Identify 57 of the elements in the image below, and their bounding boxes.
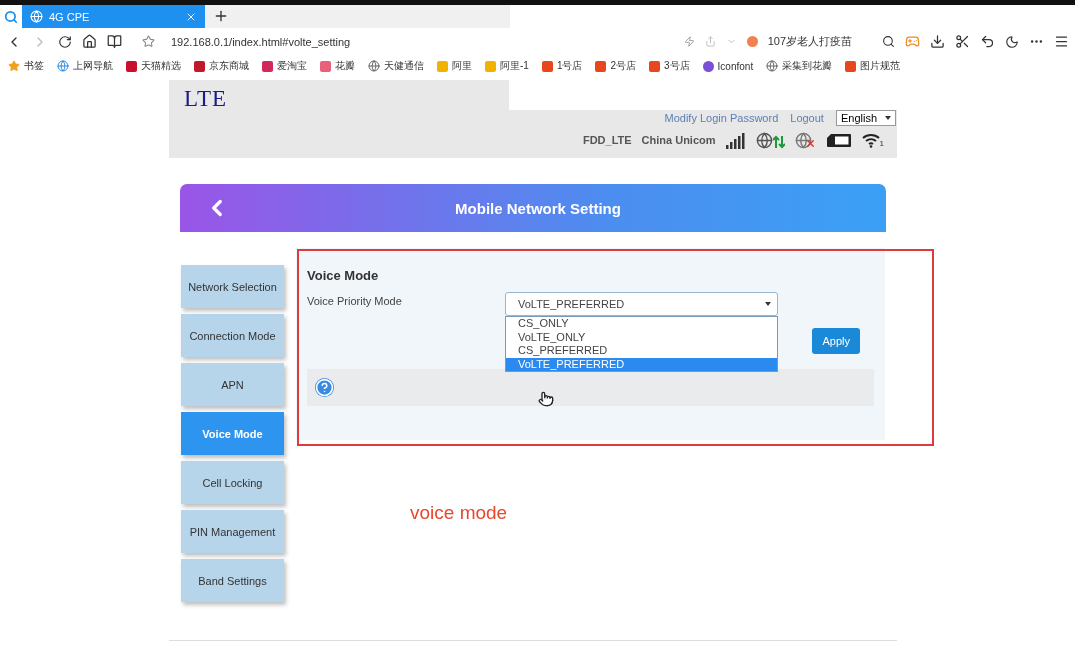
globe-error-icon bbox=[794, 131, 816, 149]
section-title: Voice Mode bbox=[307, 268, 380, 283]
new-tab-icon[interactable] bbox=[213, 8, 229, 24]
globe-icon bbox=[766, 60, 779, 72]
sidebar-item[interactable]: Cell Locking bbox=[181, 461, 284, 504]
sidebar-item[interactable]: Band Settings bbox=[181, 559, 284, 602]
address-field[interactable]: 192.168.0.1/index.html#volte_setting bbox=[171, 35, 351, 48]
news-link[interactable]: 107岁老人打疫苗 bbox=[767, 34, 852, 49]
bookmark-link[interactable]: 阿里 bbox=[452, 59, 472, 73]
bookmark-link[interactable]: 采集到花瓣 bbox=[782, 59, 833, 73]
home-icon[interactable] bbox=[82, 34, 97, 49]
moon-icon[interactable] bbox=[1005, 34, 1019, 49]
bookmark-link[interactable]: 图片规范 bbox=[860, 59, 901, 73]
operator-name: China Unicom bbox=[641, 134, 716, 146]
annotation-text: voice mode bbox=[410, 502, 508, 524]
network-type: FDD_LTE bbox=[582, 134, 632, 146]
sidebar-item[interactable]: PIN Management bbox=[181, 510, 284, 553]
page-icon bbox=[30, 10, 43, 23]
sidebar-item[interactable]: Connection Mode bbox=[181, 314, 284, 357]
bookmark-link[interactable]: 2号店 bbox=[610, 59, 637, 73]
sidebar-item[interactable]: Network Selection bbox=[181, 265, 284, 308]
language-select[interactable]: English bbox=[835, 110, 896, 126]
bookmark-link[interactable]: 阿里-1 bbox=[500, 59, 529, 73]
bookmark-link[interactable]: 1号店 bbox=[556, 59, 583, 73]
download-icon[interactable] bbox=[930, 34, 945, 49]
bookmark-link[interactable]: Iconfont bbox=[717, 60, 754, 72]
bookmark-link[interactable]: 爱淘宝 bbox=[277, 59, 307, 73]
menu-icon[interactable] bbox=[1054, 34, 1069, 49]
bookmark-link[interactable]: 天猫精选 bbox=[141, 59, 181, 73]
logo: LTE bbox=[184, 86, 228, 111]
bookmark-link[interactable]: 3号店 bbox=[664, 59, 690, 73]
bookmark-link[interactable]: 上网导航 bbox=[73, 59, 113, 73]
bookmark-link[interactable]: 天健通信 bbox=[384, 59, 424, 73]
browser-icon bbox=[57, 60, 69, 72]
reload-icon[interactable] bbox=[58, 34, 72, 49]
reader-icon[interactable] bbox=[107, 34, 122, 49]
scissors-icon[interactable] bbox=[955, 34, 970, 49]
hand-cursor-icon bbox=[538, 391, 554, 407]
undo-icon[interactable] bbox=[980, 34, 995, 49]
bookmark-link[interactable]: 花瓣 bbox=[335, 59, 355, 73]
bookmark-link[interactable]: 书签 bbox=[24, 59, 44, 73]
connected-globe-icon bbox=[755, 131, 785, 149]
globe-icon bbox=[368, 60, 380, 72]
header-link[interactable]: Logout bbox=[790, 112, 824, 124]
apply-button[interactable]: Apply bbox=[812, 328, 860, 354]
bookmark-link[interactable]: 京东商城 bbox=[209, 59, 249, 73]
sidebar-item[interactable]: APN bbox=[181, 363, 284, 406]
voice-mode-select[interactable]: VoLTE_PREFERRED bbox=[505, 292, 778, 316]
search-icon[interactable] bbox=[882, 35, 895, 48]
bookmark-star-icon[interactable] bbox=[142, 35, 155, 48]
wifi-icon bbox=[861, 132, 880, 148]
sim-card-icon bbox=[825, 132, 852, 148]
client-count: 1 bbox=[879, 139, 884, 148]
page-title: Mobile Network Setting bbox=[454, 199, 622, 217]
signal-icon bbox=[725, 131, 746, 149]
field-label: Voice Priority Mode bbox=[307, 294, 403, 309]
help-icon[interactable] bbox=[315, 378, 334, 397]
